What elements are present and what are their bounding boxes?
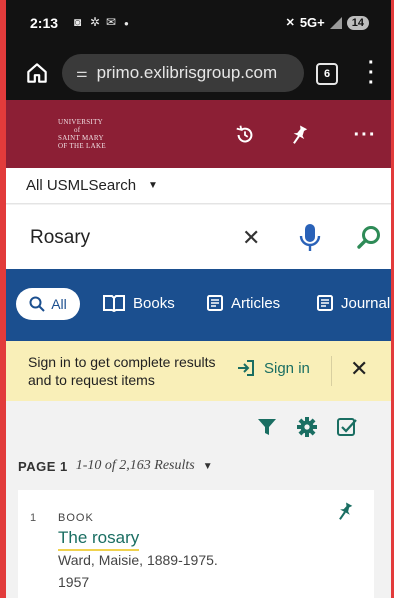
search-bar: Rosary ✕: [6, 205, 391, 269]
browser-menu-icon[interactable]: · · ·: [368, 53, 375, 93]
tab-label: All: [51, 296, 67, 312]
signal-icon: [329, 16, 342, 29]
signin-button[interactable]: Sign in: [236, 358, 310, 378]
search-icon: [29, 296, 45, 312]
site-settings-icon[interactable]: ⚌: [76, 65, 88, 81]
logo-line: SAINT MARY: [58, 134, 104, 142]
tab-articles[interactable]: Articles: [206, 294, 280, 312]
university-logo[interactable]: UNIVERSITY of SAINT MARY OF THE LAKE: [58, 118, 106, 150]
mute-icon: ✕: [285, 17, 295, 29]
clear-search-icon[interactable]: ✕: [242, 225, 260, 251]
search-scope-dropdown[interactable]: All USMLSearch ▼: [6, 168, 391, 204]
result-title-link[interactable]: The rosary: [58, 528, 140, 551]
tab-books[interactable]: Books: [102, 294, 175, 312]
tab-label: Journal: [341, 294, 391, 312]
select-checkbox-icon[interactable]: [336, 416, 358, 438]
chevron-down-icon: ▼: [148, 180, 158, 191]
results-summary: PAGE 1 1-10 of 2,163 Results ▼: [18, 458, 213, 474]
address-bar[interactable]: ⚌ primo.exlibrisgroup.com: [62, 54, 304, 92]
gear-icon[interactable]: [296, 416, 318, 438]
phone-screen: 2:13 ◙ ✲ ✉ ● ✕ 5G+ 14 ⚌ primo.exlibrisgr…: [0, 0, 394, 598]
divider: [331, 356, 332, 386]
filter-icon[interactable]: [256, 416, 278, 438]
home-icon[interactable]: [24, 60, 50, 86]
logo-line: UNIVERSITY: [58, 118, 103, 126]
search-tabs: All Books Articles Journal: [6, 269, 391, 341]
results-toolbar: [6, 401, 391, 451]
search-history-icon[interactable]: [232, 122, 258, 148]
library-header: UNIVERSITY of SAINT MARY OF THE LAKE ···: [6, 100, 391, 168]
pin-icon[interactable]: [286, 122, 312, 148]
close-banner-icon[interactable]: ✕: [350, 356, 368, 382]
result-item[interactable]: 1 BOOK The rosary Ward, Maisie, 1889-197…: [18, 490, 374, 598]
signin-icon: [238, 360, 254, 376]
article-icon: [207, 295, 223, 311]
tab-label: Articles: [231, 294, 281, 312]
status-bar: 2:13 ◙ ✲ ✉ ● ✕ 5G+ 14: [6, 0, 391, 46]
journal-icon: [317, 295, 333, 311]
tab-switcher-button[interactable]: 6: [316, 63, 338, 85]
signin-message: Sign in to get complete results and to r…: [28, 354, 216, 388]
url-text: primo.exlibrisgroup.com: [96, 63, 278, 82]
more-options-icon[interactable]: ···: [352, 122, 378, 148]
result-author: Ward, Maisie, 1889-1975.: [58, 552, 218, 568]
signin-label: Sign in: [264, 359, 310, 377]
chevron-down-icon[interactable]: ▼: [203, 461, 213, 472]
result-year: 1957: [58, 574, 90, 590]
results-range: 1-10 of 2,163 Results: [75, 458, 195, 473]
result-number: 1: [30, 512, 37, 524]
tab-journals[interactable]: Journal: [316, 294, 390, 312]
signin-banner: Sign in to get complete results and to r…: [6, 341, 391, 401]
dot-icon: ●: [124, 19, 129, 28]
mail-icon: ✉: [106, 15, 117, 29]
pin-icon[interactable]: [336, 502, 354, 522]
search-input[interactable]: Rosary: [30, 227, 90, 249]
search-icon[interactable]: [356, 225, 382, 251]
scope-label: All USMLSearch: [26, 177, 137, 194]
browser-toolbar: ⚌ primo.exlibrisgroup.com 6 · · ·: [6, 46, 391, 100]
page-label: PAGE 1: [18, 458, 68, 474]
tab-all[interactable]: All: [16, 288, 80, 320]
logo-line: OF THE LAKE: [58, 142, 106, 150]
microphone-icon[interactable]: [298, 222, 322, 254]
result-type: BOOK: [58, 512, 94, 524]
status-right: ✕ 5G+ 14: [286, 15, 369, 30]
tab-label: Books: [133, 294, 175, 312]
logo-line: of: [74, 126, 81, 134]
network-label: 5G+: [299, 15, 325, 30]
books-icon: [103, 295, 125, 312]
status-time: 2:13: [30, 15, 59, 31]
asterisk-icon: ✲: [90, 15, 101, 29]
battery-icon: 14: [346, 15, 369, 30]
cast-icon: ◙: [74, 15, 82, 29]
